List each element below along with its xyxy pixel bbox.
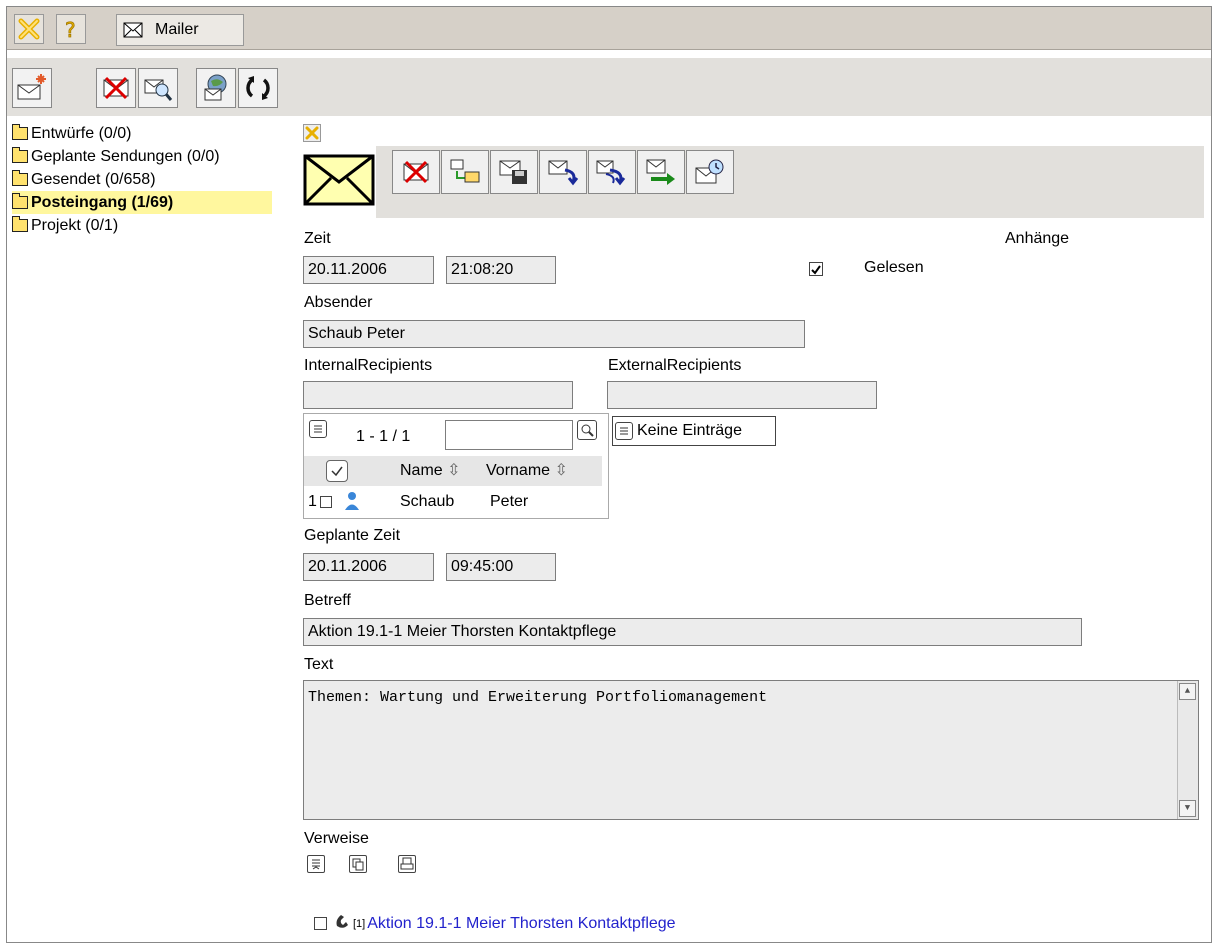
scroll-down-icon[interactable]: ▼ bbox=[1179, 800, 1196, 817]
folder-icon bbox=[12, 170, 28, 186]
move-to-folder-button[interactable] bbox=[441, 150, 489, 194]
external-recipients-list: Keine Einträge bbox=[612, 416, 776, 446]
reference-list-icon[interactable] bbox=[307, 855, 325, 873]
refresh-icon bbox=[246, 76, 270, 100]
read-label: Gelesen bbox=[864, 259, 924, 276]
folder-icon bbox=[12, 216, 28, 232]
empty-message: Keine Einträge bbox=[637, 422, 742, 439]
planned-time-label: Geplante Zeit bbox=[304, 527, 401, 544]
list-menu-icon[interactable] bbox=[615, 422, 633, 440]
time-field[interactable]: 21:08:20 bbox=[446, 256, 556, 284]
envelope-icon bbox=[123, 22, 143, 38]
folder-posteingang[interactable]: Posteingang (1/69) bbox=[12, 191, 272, 214]
new-mail-icon bbox=[17, 74, 46, 100]
delete-mail-button[interactable] bbox=[96, 68, 136, 108]
reference-link[interactable]: Aktion 19.1-1 Meier Thorsten Kontaktpfle… bbox=[367, 915, 675, 933]
subject-field[interactable]: Aktion 19.1-1 Meier Thorsten Kontaktpfle… bbox=[303, 618, 1082, 646]
planned-time-field[interactable]: 09:45:00 bbox=[446, 553, 556, 581]
sender-field[interactable]: Schaub Peter bbox=[303, 320, 805, 348]
select-all-checkbox[interactable] bbox=[326, 460, 348, 482]
list-menu-icon[interactable] bbox=[309, 420, 327, 438]
reference-index: [1] bbox=[353, 917, 366, 930]
time-label: Zeit bbox=[304, 230, 331, 247]
attachments-label: Anhänge bbox=[1005, 230, 1070, 247]
subject-label: Betreff bbox=[304, 592, 351, 609]
delete-mail-icon bbox=[103, 76, 129, 100]
scroll-up-icon[interactable]: ▲ bbox=[1179, 683, 1196, 700]
folder-icon bbox=[12, 193, 28, 209]
schedule-button[interactable] bbox=[686, 150, 734, 194]
folder-entwuerfe[interactable]: Entwürfe (0/0) bbox=[12, 122, 282, 145]
row-index: 1 bbox=[308, 493, 317, 510]
folder-gesendet[interactable]: Gesendet (0/658) bbox=[12, 168, 282, 191]
help-icon[interactable]: ? bbox=[56, 14, 86, 44]
folder-geplante-sendungen[interactable]: Geplante Sendungen (0/0) bbox=[12, 145, 282, 168]
reference-checkbox[interactable] bbox=[314, 917, 327, 930]
sort-icon: ⇳ bbox=[554, 462, 568, 479]
folder-icon bbox=[12, 147, 28, 163]
row-name: Schaub bbox=[400, 493, 455, 510]
new-mail-button[interactable] bbox=[12, 68, 52, 108]
svg-text:?: ? bbox=[65, 18, 76, 42]
body-text: Themen: Wartung und Erweiterung Portfoli… bbox=[308, 689, 768, 706]
delete-mail-icon bbox=[403, 160, 429, 184]
grid-search-icon[interactable] bbox=[577, 420, 597, 440]
external-recipients-label: ExternalRecipients bbox=[608, 357, 742, 374]
reply-all-button[interactable] bbox=[588, 150, 636, 194]
tab-mailer-label: Mailer bbox=[155, 21, 199, 38]
move-folder-icon bbox=[450, 159, 480, 183]
web-mail-button[interactable] bbox=[196, 68, 236, 108]
folder-tree: Entwürfe (0/0) Geplante Sendungen (0/0) … bbox=[12, 122, 282, 237]
globe-mail-icon bbox=[204, 74, 227, 101]
date-field[interactable]: 20.11.2006 bbox=[303, 256, 434, 284]
folder-icon bbox=[12, 124, 28, 140]
save-message-button[interactable] bbox=[490, 150, 538, 194]
reply-all-icon bbox=[596, 160, 626, 186]
column-header-vorname[interactable]: Vorname ⇳ bbox=[486, 460, 568, 480]
copy-icon[interactable] bbox=[349, 855, 367, 873]
close-icon[interactable] bbox=[14, 14, 44, 44]
person-icon bbox=[344, 491, 360, 516]
references-label: Verweise bbox=[304, 830, 369, 847]
recipients-grid: 1 - 1 / 1 Name ⇳ Vorname ⇳ 1 Schaub Pete… bbox=[303, 413, 609, 519]
internal-recipients-label: InternalRecipients bbox=[304, 357, 433, 374]
column-header-name[interactable]: Name ⇳ bbox=[400, 460, 461, 480]
sort-icon: ⇳ bbox=[447, 462, 461, 479]
planned-date-field[interactable]: 20.11.2006 bbox=[303, 553, 434, 581]
text-label: Text bbox=[304, 656, 334, 673]
table-row[interactable]: 1 Schaub Peter bbox=[304, 490, 604, 514]
reference-item: [1] Aktion 19.1-1 Meier Thorsten Kontakt… bbox=[314, 912, 676, 935]
refresh-button[interactable] bbox=[238, 68, 278, 108]
sender-label: Absender bbox=[304, 294, 373, 311]
schedule-mail-icon bbox=[695, 159, 724, 184]
print-icon[interactable] bbox=[398, 855, 416, 873]
phone-icon bbox=[333, 912, 351, 935]
row-checkbox[interactable] bbox=[320, 496, 332, 508]
row-vorname: Peter bbox=[490, 493, 529, 510]
read-checkbox[interactable] bbox=[809, 262, 823, 276]
external-recipients-field[interactable] bbox=[607, 381, 877, 409]
reply-icon bbox=[548, 160, 579, 186]
reply-button[interactable] bbox=[539, 150, 587, 194]
forward-icon bbox=[646, 159, 675, 185]
close-message-icon[interactable] bbox=[303, 124, 321, 142]
search-mail-button[interactable] bbox=[138, 68, 178, 108]
body-textarea[interactable]: Themen: Wartung und Erweiterung Portfoli… bbox=[303, 680, 1199, 820]
folder-projekt[interactable]: Projekt (0/1) bbox=[12, 214, 282, 237]
internal-recipients-field[interactable] bbox=[303, 381, 573, 409]
main-toolbar bbox=[7, 58, 1211, 116]
delete-message-button[interactable] bbox=[392, 150, 440, 194]
tab-mailer[interactable]: Mailer bbox=[116, 14, 244, 46]
search-mail-icon bbox=[144, 79, 173, 101]
forward-button[interactable] bbox=[637, 150, 685, 194]
textarea-scrollbar[interactable]: ▲ ▼ bbox=[1177, 681, 1198, 819]
save-mail-icon bbox=[499, 160, 527, 184]
message-envelope-icon bbox=[303, 154, 375, 206]
grid-paging: 1 - 1 / 1 bbox=[356, 428, 411, 445]
grid-search-input[interactable] bbox=[445, 420, 573, 450]
